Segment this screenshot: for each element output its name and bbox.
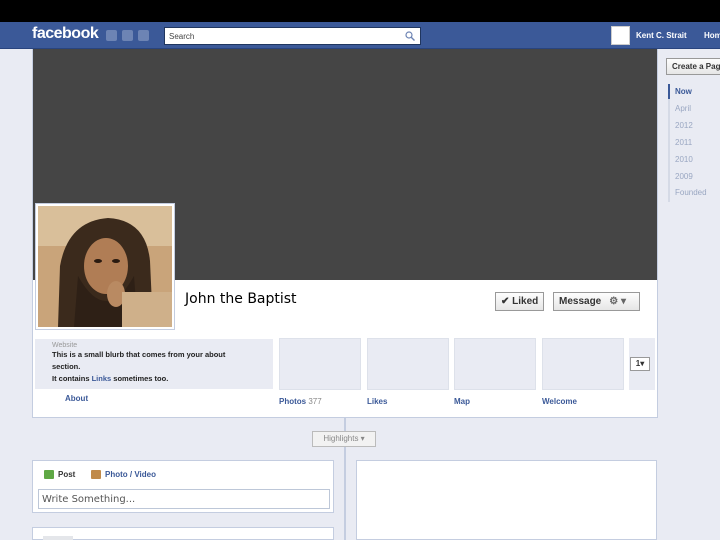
highlights-dropdown[interactable]: Highlights ▾ [312,431,376,447]
about-label: Website [52,342,78,349]
search-icon[interactable] [404,30,416,42]
scrubber-item-2009[interactable]: 2009 [675,172,693,181]
facebook-logo[interactable]: facebook [32,25,99,43]
timeline-story-card [32,527,334,540]
about-link[interactable]: About [65,394,88,403]
window-top-black-strip [0,0,720,22]
write-something-input[interactable] [38,489,330,509]
user-name-link[interactable]: Kent C. Strait [636,31,687,40]
user-avatar-icon[interactable] [611,26,630,45]
post-tab[interactable]: Post [44,470,75,479]
profile-photo-image [38,206,172,327]
map-tile[interactable] [454,338,536,390]
profile-picture[interactable] [35,203,175,330]
notifications-icon[interactable] [138,30,149,41]
photos-tile[interactable] [279,338,361,390]
post-icon [44,470,54,479]
status-composer: Post Photo / Video [32,460,334,513]
message-button-label: Message [559,296,602,307]
scrubber-item-2010[interactable]: 2010 [675,155,693,164]
about-section: Website This is a small blurb that comes… [35,339,273,389]
gear-dropdown-icon[interactable]: ⚙ ▾ [609,296,626,307]
about-line-3-text: It contains [52,374,92,383]
photos-tile-label[interactable]: Photos 377 [279,397,322,406]
scrubber-active-marker [668,84,670,99]
scrubber-item-2012[interactable]: 2012 [675,121,693,130]
welcome-tile-label[interactable]: Welcome [542,397,577,406]
friend-requests-icon[interactable] [106,30,117,41]
home-link[interactable]: Home [704,31,720,40]
timeline-right-card [356,460,657,540]
welcome-tile[interactable] [542,338,624,390]
profile-column: John the Baptist ✔ Liked Message ⚙ ▾ Web… [32,49,658,418]
liked-button[interactable]: ✔ Liked [495,292,545,311]
post-tab-label: Post [58,470,76,479]
photos-count: 377 [308,397,322,406]
story-placeholder [43,536,73,540]
about-line-1: This is a small blurb that comes from yo… [52,350,226,359]
scrubber-item-april[interactable]: April [675,104,691,113]
create-page-button[interactable]: Create a Page [666,58,720,75]
more-tiles-button[interactable]: 1▾ [630,357,650,371]
search-box [164,27,421,45]
camera-icon [91,470,101,479]
facebook-top-bar: facebook Kent C. Strait Home [0,22,720,49]
about-links-link[interactable]: Links [92,374,112,383]
photo-video-tab[interactable]: Photo / Video [91,470,156,479]
notification-jewels [106,30,149,41]
message-button[interactable]: Message ⚙ ▾ [553,292,640,311]
scrubber-item-now[interactable]: Now [675,87,692,96]
scrubber-item-founded[interactable]: Founded [675,188,707,197]
likes-tile[interactable] [367,338,449,390]
about-line-2: section. [52,362,81,371]
search-input[interactable] [165,28,403,44]
photo-video-tab-label: Photo / Video [105,470,156,479]
photos-label: Photos [279,397,307,406]
scrubber-track [668,84,670,202]
about-line-3-tail: sometimes too. [111,374,169,383]
page-title: John the Baptist [185,291,297,307]
scrubber-item-2011[interactable]: 2011 [675,138,692,147]
likes-tile-label[interactable]: Likes [367,397,387,406]
messages-icon[interactable] [122,30,133,41]
about-line-3: It contains Links sometimes too. [52,373,256,385]
map-tile-label[interactable]: Map [454,397,470,406]
